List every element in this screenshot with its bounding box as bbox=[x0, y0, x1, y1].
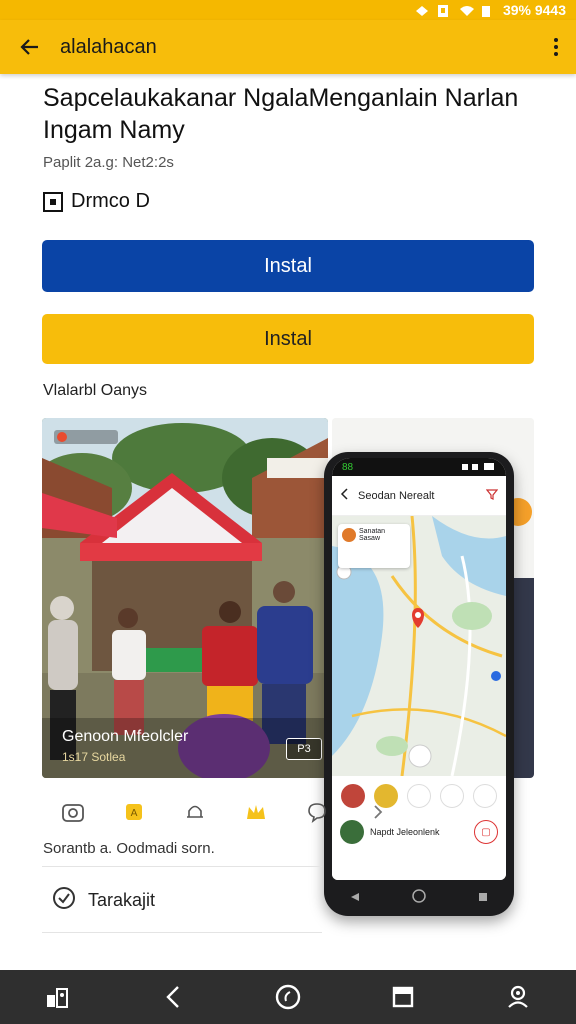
chevron-right-icon[interactable] bbox=[347, 792, 408, 832]
phone-back-nav-icon[interactable] bbox=[350, 889, 360, 907]
phone-status-text: 88 bbox=[342, 461, 354, 473]
install-button-primary[interactable]: Instal bbox=[42, 240, 534, 292]
phone-map[interactable]: Sanatan Sasaw bbox=[332, 515, 506, 777]
screenshot-caption-sub: 1s17 Sotlea bbox=[62, 750, 126, 764]
back-arrow-icon[interactable] bbox=[0, 20, 60, 74]
crown-icon[interactable] bbox=[225, 792, 286, 832]
feature-row[interactable]: Tarakajit bbox=[52, 886, 155, 915]
check-shield-icon bbox=[52, 886, 76, 915]
wifi-icon bbox=[459, 4, 474, 16]
screenshot-photo[interactable] bbox=[42, 418, 328, 778]
system-nav-bar bbox=[0, 970, 576, 1024]
assistant-nav-icon[interactable] bbox=[498, 977, 538, 1017]
more-vert-icon[interactable] bbox=[536, 20, 576, 74]
recents-nav-icon[interactable] bbox=[383, 977, 423, 1017]
app-title: Sapcelaukakanar NgalaMenganlain Narlan I… bbox=[43, 84, 519, 144]
phone-map-card[interactable]: Sanatan Sasaw bbox=[338, 524, 410, 568]
app-bar: alalahacan bbox=[0, 20, 576, 74]
bell-icon[interactable] bbox=[164, 792, 225, 832]
phone-nav bbox=[324, 886, 514, 910]
install-button-secondary[interactable]: Instal bbox=[42, 314, 534, 364]
sim-icon bbox=[437, 4, 451, 17]
chat-icon[interactable] bbox=[286, 792, 347, 832]
phone-back-icon[interactable] bbox=[340, 488, 348, 503]
market-scene-illustration bbox=[42, 418, 328, 778]
phone-header-title: Seodan Nerealt bbox=[358, 489, 435, 502]
phone-home-nav-icon[interactable] bbox=[411, 888, 427, 909]
feature-icon-row: A bbox=[42, 792, 532, 832]
divider bbox=[42, 932, 322, 933]
phone-signal-icon bbox=[462, 462, 496, 473]
home-nav-icon[interactable] bbox=[268, 977, 308, 1017]
screenshot-caption-title: Genoon Mfeolcler bbox=[62, 728, 189, 745]
badge-icon[interactable]: A bbox=[103, 792, 164, 832]
app-description: Sorantb a. Oodmadi sorn. bbox=[43, 840, 215, 857]
phone-status-bar: 88 bbox=[332, 458, 506, 476]
app-bar-title: alalahacan bbox=[60, 35, 157, 58]
content-rating: Drmco D bbox=[43, 190, 150, 213]
signal-icon bbox=[415, 4, 429, 16]
apps-nav-icon[interactable] bbox=[38, 977, 78, 1017]
svg-text:A: A bbox=[130, 808, 137, 819]
rating-label: Drmco D bbox=[71, 190, 150, 212]
feature-label: Tarakajit bbox=[88, 890, 156, 910]
divider bbox=[42, 866, 322, 867]
rating-box-icon bbox=[43, 191, 63, 212]
status-bar: 39% 9443 bbox=[0, 0, 576, 20]
phone-header: Seodan Nerealt bbox=[332, 476, 506, 516]
phone-card-text: Sanatan Sasaw bbox=[359, 528, 386, 542]
play-badge[interactable]: P3 bbox=[286, 738, 322, 760]
phone-mockup: 88 Seodan Nerealt Sanatan Sasaw Napdt Je… bbox=[324, 452, 514, 916]
back-nav-icon[interactable] bbox=[153, 977, 193, 1017]
app-meta: Paplit 2a.g: Net2:2s bbox=[43, 154, 174, 171]
phone-recents-nav-icon[interactable] bbox=[478, 889, 488, 907]
battery-icon bbox=[481, 4, 495, 17]
place-thumb-icon bbox=[342, 528, 356, 542]
status-text: 39% 9443 bbox=[502, 2, 566, 18]
screenshots-section-label: Vlalarbl Oanys bbox=[43, 382, 148, 399]
camera-icon[interactable] bbox=[42, 792, 103, 832]
phone-filter-icon[interactable] bbox=[485, 488, 499, 503]
